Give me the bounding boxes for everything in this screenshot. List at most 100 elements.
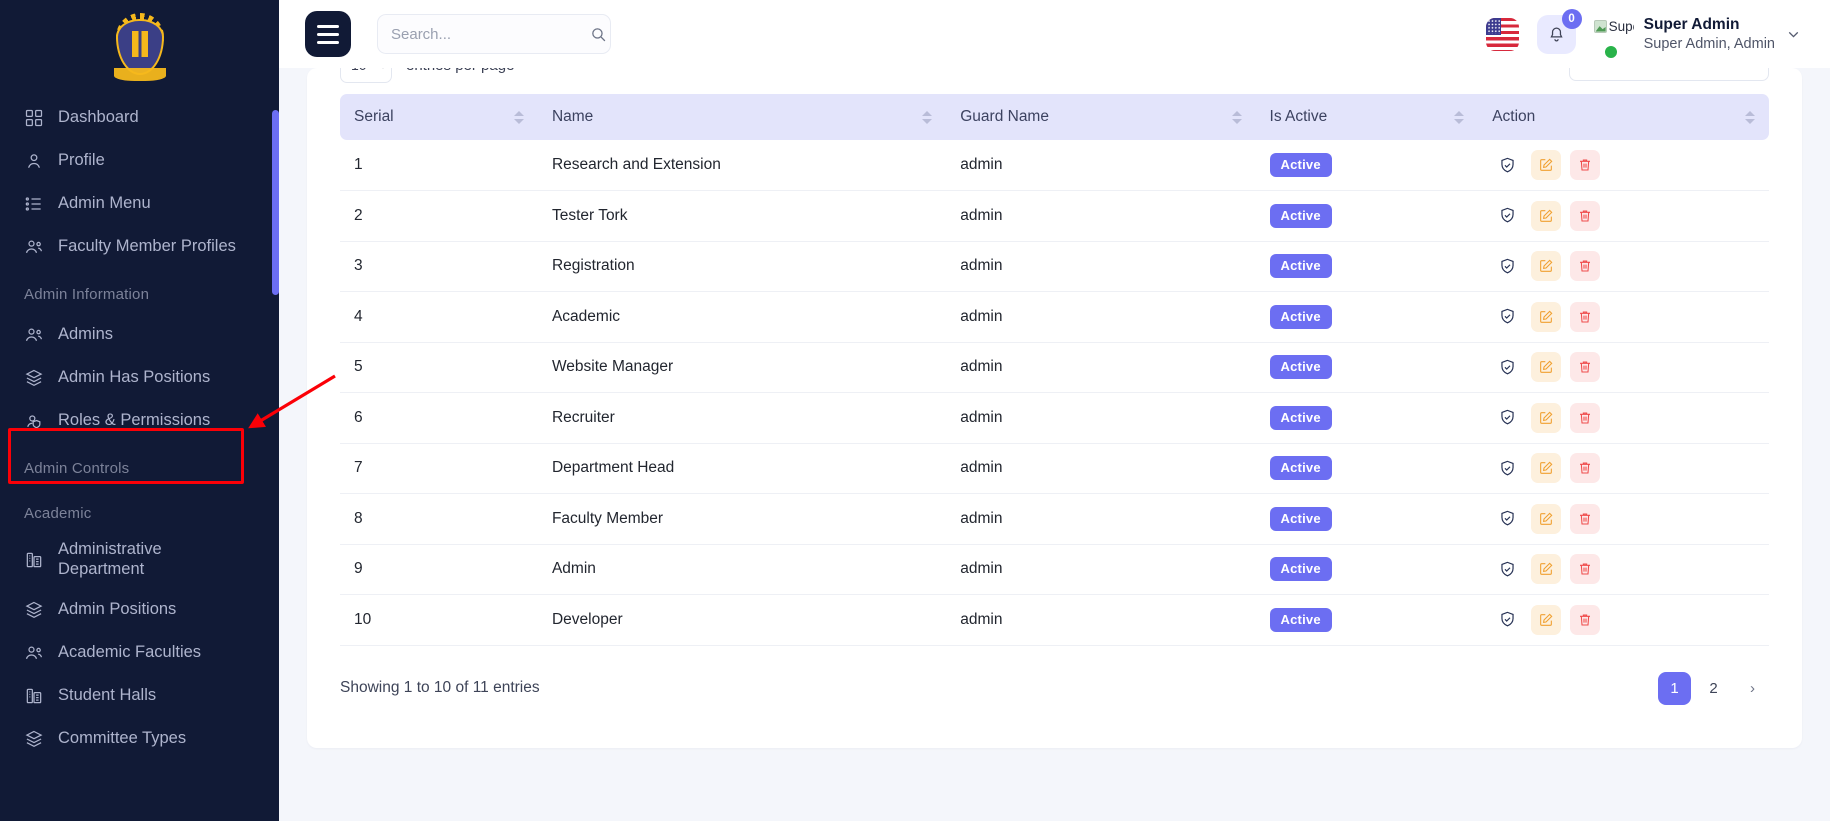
top-bar: 0 Super Super Admin Super Admin, Admin [279,0,1830,68]
permissions-shield-icon[interactable] [1492,302,1522,332]
grid-icon [24,108,44,128]
cell-guard-name: admin [946,140,1255,191]
sort-icon[interactable] [922,111,932,124]
profile-role: Super Admin, Admin [1644,35,1775,53]
sidebar-item-student-halls[interactable]: Student Halls [0,674,279,717]
cell-serial: 3 [340,241,538,292]
us-flag-icon[interactable] [1486,18,1519,51]
building-icon [24,686,44,706]
avatar-broken-image: Super [1594,17,1634,35]
cell-guard-name: admin [946,393,1255,444]
sort-icon[interactable] [514,111,524,124]
global-search[interactable] [377,14,611,54]
column-header-is-active[interactable]: Is Active [1256,94,1479,140]
sidebar-item-committee-types[interactable]: Committee Types [0,717,279,760]
sidebar-item-admin-has-positions[interactable]: Admin Has Positions [0,356,279,399]
avatar-alt-text: Super [1609,19,1634,34]
edit-button[interactable] [1531,150,1561,180]
cell-is-active: Active [1256,342,1479,393]
permissions-shield-icon[interactable] [1492,554,1522,584]
cell-name: Registration [538,241,946,292]
table-row: 6RecruiteradminActive [340,393,1769,444]
search-icon[interactable] [590,26,607,43]
permissions-shield-icon[interactable] [1492,150,1522,180]
cell-name: Faculty Member [538,494,946,545]
permissions-shield-icon[interactable] [1492,251,1522,281]
sort-icon[interactable] [1454,111,1464,124]
content-area: 10 entries per page Serial [279,68,1830,748]
column-label: Guard Name [960,108,1049,126]
edit-button[interactable] [1531,251,1561,281]
column-header-serial[interactable]: Serial [340,94,538,140]
pagination-next-button[interactable]: › [1736,672,1769,705]
sidebar-item-administrative-department[interactable]: Administrative Department [0,532,279,588]
notifications-button[interactable]: 0 [1537,15,1576,54]
edit-button[interactable] [1531,403,1561,433]
table-row: 3RegistrationadminActive [340,241,1769,292]
chevron-down-icon[interactable] [1785,26,1802,43]
sort-icon[interactable] [1232,111,1242,124]
cell-guard-name: admin [946,191,1255,242]
avatar: Super [1594,17,1634,51]
status-badge: Active [1270,608,1332,632]
table-search-input[interactable] [1569,68,1769,81]
permissions-shield-icon[interactable] [1492,453,1522,483]
column-header-guard-name[interactable]: Guard Name [946,94,1255,140]
search-input[interactable] [391,26,590,43]
sidebar-group-admin-controls: Admin Controls [0,442,279,487]
delete-button[interactable] [1570,504,1600,534]
permissions-shield-icon[interactable] [1492,605,1522,635]
permissions-shield-icon[interactable] [1492,201,1522,231]
sidebar-nav: Dashboard Profile Admin Menu Faculty Mem… [0,96,279,760]
cell-serial: 8 [340,494,538,545]
delete-button[interactable] [1570,554,1600,584]
edit-button[interactable] [1531,352,1561,382]
cell-serial: 9 [340,544,538,595]
edit-button[interactable] [1531,201,1561,231]
sort-icon[interactable] [1745,111,1755,124]
column-header-name[interactable]: Name [538,94,946,140]
sidebar-item-admins[interactable]: Admins [0,313,279,356]
cell-serial: 6 [340,393,538,444]
sidebar-scrollbar-thumb[interactable] [272,110,279,295]
menu-toggle-button[interactable] [305,11,351,57]
edit-button[interactable] [1531,504,1561,534]
sidebar-item-label: Dashboard [58,108,139,128]
edit-button[interactable] [1531,554,1561,584]
status-badge: Active [1270,204,1332,228]
delete-button[interactable] [1570,302,1600,332]
sidebar-item-admin-positions[interactable]: Admin Positions [0,588,279,631]
permissions-shield-icon[interactable] [1492,403,1522,433]
brand-logo[interactable] [0,0,279,96]
sidebar-item-dashboard[interactable]: Dashboard [0,96,279,139]
delete-button[interactable] [1570,251,1600,281]
delete-button[interactable] [1570,403,1600,433]
delete-button[interactable] [1570,352,1600,382]
sidebar-item-faculty-member-profiles[interactable]: Faculty Member Profiles [0,225,279,268]
permissions-shield-icon[interactable] [1492,504,1522,534]
entries-per-page-select[interactable]: 10 [340,68,392,83]
cell-action [1478,342,1769,393]
column-header-action[interactable]: Action [1478,94,1769,140]
pagination-page-1[interactable]: 1 [1658,672,1691,705]
cell-name: Admin [538,544,946,595]
permissions-shield-icon[interactable] [1492,352,1522,382]
sidebar: Dashboard Profile Admin Menu Faculty Mem… [0,0,279,821]
edit-button[interactable] [1531,605,1561,635]
sidebar-item-academic-faculties[interactable]: Academic Faculties [0,631,279,674]
delete-button[interactable] [1570,150,1600,180]
sidebar-item-label: Profile [58,151,105,171]
edit-button[interactable] [1531,453,1561,483]
sidebar-item-admin-menu[interactable]: Admin Menu [0,182,279,225]
delete-button[interactable] [1570,605,1600,635]
delete-button[interactable] [1570,201,1600,231]
delete-button[interactable] [1570,453,1600,483]
edit-button[interactable] [1531,302,1561,332]
user-profile-menu[interactable]: Super Super Admin Super Admin, Admin [1594,15,1802,53]
sidebar-item-roles-and-permissions[interactable]: Roles & Permissions [0,399,279,442]
sidebar-item-profile[interactable]: Profile [0,139,279,182]
table-head: Serial Name Guard Name Is Active Action [340,94,1769,140]
column-label: Is Active [1270,108,1328,126]
pagination-page-2[interactable]: 2 [1697,672,1730,705]
notification-count-badge: 0 [1562,9,1582,29]
